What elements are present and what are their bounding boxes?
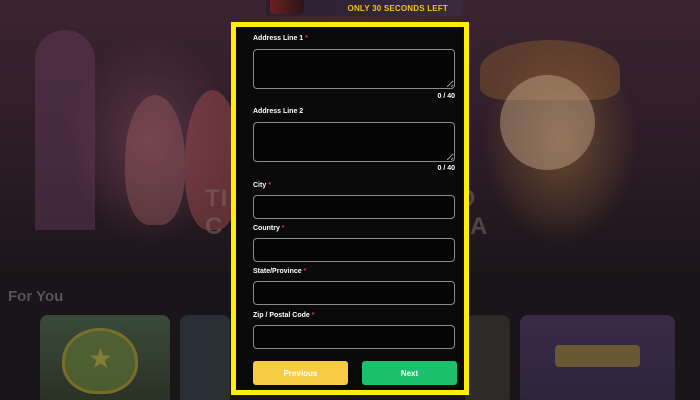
star-icon: ★: [88, 343, 114, 374]
hero-character-left: [125, 95, 185, 225]
city-input[interactable]: [253, 195, 455, 219]
promo-banner-thumbnail: [270, 0, 304, 14]
city-label: City *: [253, 182, 271, 189]
address-line-2-char-counter: 0 / 40: [437, 165, 455, 172]
address-line-1-label: Address Line 1 *: [253, 35, 308, 42]
required-marker: *: [305, 35, 308, 42]
previous-button[interactable]: Previous: [253, 361, 348, 385]
address-line-2-label: Address Line 2: [253, 108, 304, 115]
required-marker: *: [268, 182, 271, 189]
slot-game-logo: [555, 345, 640, 367]
hero-headline-fragment: A: [470, 213, 489, 240]
promo-banner-text: ONLY 30 SECONDS LEFT: [347, 3, 448, 13]
hero-character-right: [500, 75, 595, 170]
next-button[interactable]: Next: [362, 361, 457, 385]
address-form-highlight: Address Line 1 * 0 / 40 Address Line 2 0…: [231, 22, 469, 395]
country-label: Country *: [253, 225, 285, 232]
hero-arch-decoration: [35, 30, 95, 230]
address-line-2-input[interactable]: [253, 122, 455, 162]
section-title-for-you: For You: [8, 288, 64, 305]
game-tile[interactable]: [180, 315, 230, 400]
required-marker: *: [311, 312, 315, 319]
required-marker: *: [281, 225, 285, 232]
address-line-1-input[interactable]: [253, 49, 455, 89]
state-province-label: State/Province *: [253, 268, 307, 275]
state-province-input[interactable]: [253, 281, 455, 305]
required-marker: *: [303, 268, 307, 275]
hero-headline-fragment: C: [205, 213, 224, 240]
address-line-1-char-counter: 0 / 40: [437, 93, 455, 100]
zip-postal-code-label: Zip / Postal Code *: [253, 312, 315, 319]
country-input[interactable]: [253, 238, 455, 262]
hero-headline-fragment: TI: [205, 185, 229, 212]
zip-postal-code-input[interactable]: [253, 325, 455, 349]
game-tile[interactable]: [465, 315, 510, 400]
